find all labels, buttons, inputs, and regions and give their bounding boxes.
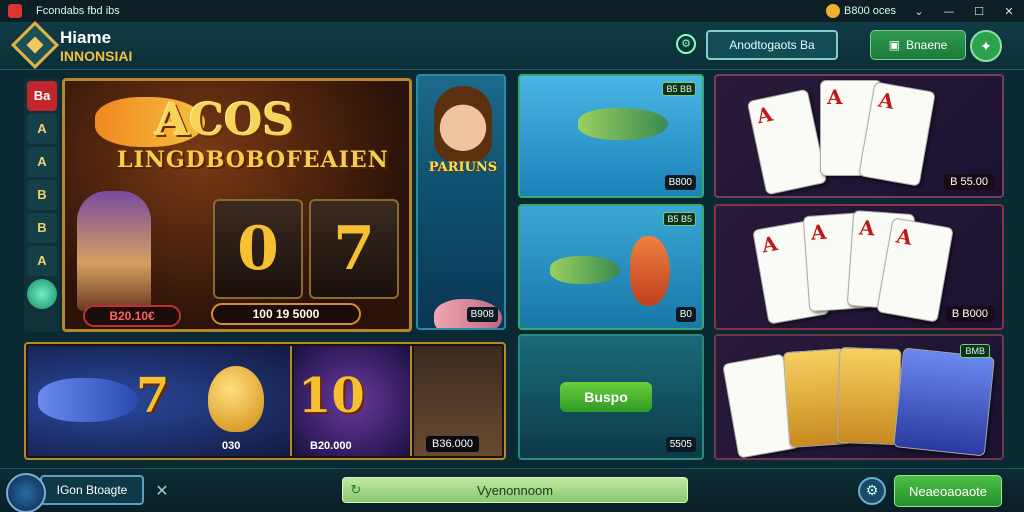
avatar[interactable] [6,473,46,512]
coin-icon [826,4,841,18]
minimize-icon[interactable]: — [942,5,956,18]
window-title: Fcondabs fbd ibs [36,5,120,17]
slot-reel-1: 0 [213,199,303,299]
play-button[interactable]: Buspo [560,382,652,412]
user-profile-button[interactable]: IGon Btoagte [40,475,144,505]
character-illustration [77,191,151,311]
game-tile-fishing-3[interactable]: Buspo 5505 [518,334,704,460]
character-value: B36.000 [426,436,479,452]
maximize-icon[interactable]: ☐ [972,5,986,18]
game-tile-cards-1[interactable]: A A A B 55.00 [714,74,1004,198]
close-icon[interactable]: ✕ [1002,5,1016,18]
sidebar-item-home[interactable]: Ba [27,81,57,111]
fish-icon [550,256,620,284]
fish-icon [38,378,138,422]
playing-card: A [746,88,828,196]
shield-icon[interactable]: ✦ [970,30,1002,62]
logo-icon [10,20,60,70]
prize-value: B20.000 [310,440,352,452]
deposit-label: Bnaene [905,38,948,52]
tile-value: B B000 [945,306,994,322]
seahorse-icon [630,236,670,306]
game-tile-fishing-2[interactable]: B5 B5 B0 [518,204,704,330]
gem-icon[interactable] [27,279,57,309]
bottom-cell-prize[interactable]: 10 B20.000 [294,346,412,456]
game-tile-fishing-1[interactable]: B5 BB B800 [518,74,704,198]
action-button[interactable]: Neaeoaoaote [894,475,1002,507]
fish-icon [578,108,668,140]
sidebar-item-4[interactable]: B [27,213,57,243]
app-icon [8,4,22,18]
support-icon[interactable]: ⚙ [676,34,696,54]
game-tile-cards-3[interactable]: BMB [714,334,1004,460]
status-bar[interactable]: ↻ Vyenonnoom [342,477,688,503]
tile-value: B800 [664,175,696,190]
title-bar: Fcondabs fbd ibs B800 oces ⌄ — ☐ ✕ [0,0,1024,22]
deposit-button[interactable]: ▣ Bnaene [870,30,966,60]
hero-jackpot-pill: 100 19 5000 [211,303,361,325]
balance-display[interactable]: B800 oces [826,4,896,18]
footer: IGon Btoagte ✕ ↻ Vyenonnoom ⚙ Neaeoaoaot… [0,468,1024,512]
tile-value: B0 [675,307,696,322]
wallet-icon: ▣ [888,38,900,52]
tile-tag: B5 BB [662,82,696,96]
golden-egg-icon [208,366,264,432]
sidebar-item-3[interactable]: B [27,180,57,210]
game-tile-featured-slot[interactable]: ACOS LINGDBOBOFEAIEN 0 7 B20.10€ 100 19 … [62,78,412,332]
persona-label: PARIUNS [428,160,498,175]
bottom-number-b: 10 [298,368,365,424]
title-bar-right: B800 oces ⌄ — ☐ ✕ [826,4,1016,18]
gear-icon[interactable]: ⚙ [858,477,886,505]
persona-value: B908 [466,307,498,322]
header: Hiame INNONSIAI ⚙ Anodtogaots Ba ▣ Bnaene… [0,20,1024,70]
game-tile-cards-2[interactable]: A A A A B B000 [714,204,1004,330]
hostess-illustration [434,86,492,162]
sidebar-item-1[interactable]: A [27,114,57,144]
status-text: Vyenonnoom [476,482,554,498]
refresh-icon[interactable]: ↻ [343,483,369,498]
game-tile-bottom-row[interactable]: 7 030 10 B20.000 B36.000 [24,342,506,460]
hero-title: ACOS [155,95,295,146]
tile-tag: BMB [960,344,990,358]
bottom-number-a: 7 [136,368,170,424]
chevron-down-icon[interactable]: ⌄ [912,5,926,18]
sidebar-item-5[interactable]: A [27,246,57,276]
hero-bet-pill: B20.10€ [83,305,181,327]
playing-card [893,347,995,457]
sidebar-item-2[interactable]: A [27,147,57,177]
logo-subtitle: INNONSIAI [60,48,133,64]
sidebar: Ba A A B B A [24,78,60,332]
tile-tag: B5 B5 [663,212,696,226]
playing-card [836,346,902,446]
tile-value: B 55.00 [944,174,994,190]
egg-value: 030 [222,440,241,452]
bottom-cell-fish[interactable]: 7 030 [28,346,292,456]
tools-icon[interactable]: ✕ [150,479,174,503]
hero-subtitle: LINGDBOBOFEAIEN [117,147,389,173]
slot-reel-2: 7 [309,199,399,299]
bottom-cell-character[interactable]: B36.000 [414,346,502,456]
logo-title: Hiame [60,28,112,47]
balance-text: B800 oces [844,4,896,17]
game-tile-persona[interactable]: PARIUNS B908 [416,74,506,330]
tile-value: 5505 [665,437,696,452]
account-button[interactable]: Anodtogaots Ba [706,30,838,60]
